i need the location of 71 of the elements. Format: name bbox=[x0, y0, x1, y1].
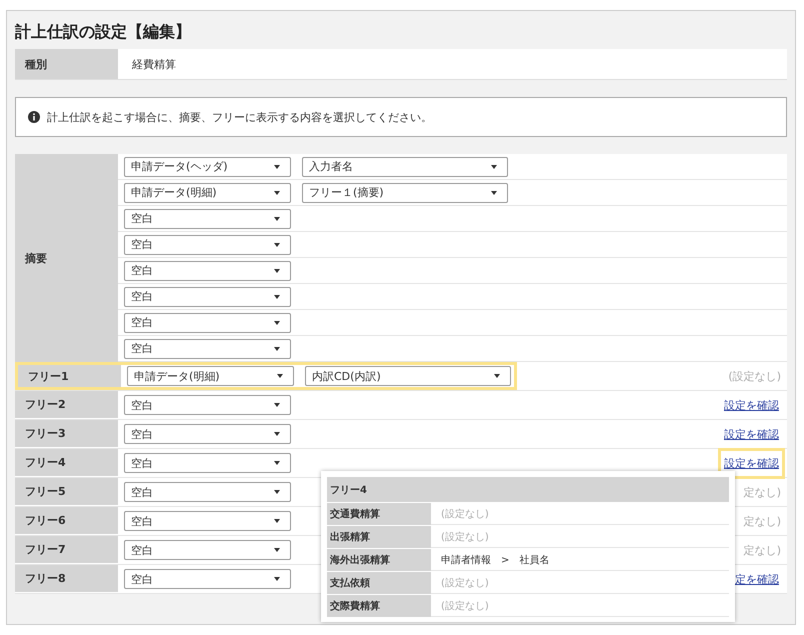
row-label: フリー3 bbox=[15, 420, 118, 448]
caret-icon bbox=[274, 164, 280, 168]
caret-icon bbox=[274, 216, 280, 220]
caret-icon bbox=[277, 374, 283, 378]
popup-value: 申請者情報 > 社員名 bbox=[441, 554, 550, 566]
caret-icon bbox=[274, 519, 280, 523]
dropdown[interactable]: 内訳CD(内訳) bbox=[305, 366, 511, 386]
caret-icon bbox=[491, 190, 497, 194]
dropdown[interactable]: 申請データ(ヘッダ) bbox=[124, 156, 291, 176]
row-label: フリー5 bbox=[15, 478, 118, 506]
caret-icon bbox=[274, 268, 280, 272]
dropdown[interactable]: 空白 bbox=[124, 540, 291, 560]
caret-icon bbox=[274, 294, 280, 298]
caret-icon bbox=[491, 164, 497, 168]
row-label: 種別 bbox=[15, 49, 118, 79]
caret-icon bbox=[274, 346, 280, 350]
dropdown[interactable]: 空白 bbox=[124, 260, 291, 280]
popup-label: 出張精算 bbox=[327, 526, 431, 548]
dropdown[interactable]: 空白 bbox=[124, 286, 291, 306]
dropdown[interactable]: フリー１(摘要) bbox=[302, 182, 508, 202]
row-value: 経費精算 bbox=[118, 49, 787, 79]
caret-icon bbox=[274, 577, 280, 581]
dropdown[interactable]: 空白 bbox=[124, 482, 291, 502]
dropdown[interactable]: 空白 bbox=[124, 234, 291, 254]
confirm-link[interactable]: 設定を確認 bbox=[722, 394, 781, 416]
caret-icon bbox=[274, 242, 280, 246]
confirm-link[interactable]: 設定を確認 bbox=[722, 452, 781, 474]
dropdown[interactable]: 空白 bbox=[124, 208, 291, 228]
confirm-link[interactable]: 設定を確認 bbox=[722, 424, 781, 444]
dropdown[interactable]: 空白 bbox=[124, 511, 291, 531]
caret-icon bbox=[494, 374, 500, 378]
popup-label: 支払依頼 bbox=[327, 572, 431, 594]
popup-label: 海外出張精算 bbox=[327, 549, 431, 571]
popup-label: 交際費精算 bbox=[327, 595, 431, 617]
status-text: (設定なし) bbox=[728, 368, 781, 384]
dropdown[interactable]: 申請データ(明細) bbox=[124, 182, 291, 202]
caret-icon bbox=[274, 548, 280, 552]
status-text: 定なし) bbox=[744, 484, 781, 500]
dropdown[interactable]: 空白 bbox=[124, 395, 291, 415]
caret-icon bbox=[274, 432, 280, 436]
popup-value: (設定なし) bbox=[441, 508, 489, 520]
popup-value: (設定なし) bbox=[441, 530, 489, 544]
page-title: 計上仕訳の設定【編集】 bbox=[15, 21, 192, 43]
dropdown[interactable]: 空白 bbox=[124, 312, 291, 332]
row-label: 摘要 bbox=[15, 154, 118, 362]
popup-value: (設定なし) bbox=[441, 600, 489, 612]
dropdown[interactable]: 入力者名 bbox=[302, 156, 508, 176]
row-label: フリー2 bbox=[15, 391, 118, 419]
caret-icon bbox=[274, 403, 280, 407]
dropdown[interactable]: 空白 bbox=[124, 453, 291, 473]
caret-icon bbox=[274, 190, 280, 194]
confirm-link[interactable]: 定を確認 bbox=[733, 568, 781, 590]
info-icon bbox=[28, 111, 40, 123]
dropdown[interactable]: 申請データ(明細) bbox=[127, 366, 294, 386]
info-text: 計上仕訳を起こす場合に、摘要、フリーに表示する内容を選択してください。 bbox=[47, 110, 432, 124]
row-label: フリー6 bbox=[15, 507, 118, 535]
row-label: フリー4 bbox=[15, 449, 118, 477]
popup-title: フリー4 bbox=[327, 477, 729, 502]
row-label: フリー8 bbox=[15, 565, 118, 593]
popup-value: (設定なし) bbox=[441, 576, 489, 590]
caret-icon bbox=[274, 320, 280, 324]
row-label: フリー7 bbox=[15, 536, 118, 564]
status-text: 定なし) bbox=[744, 542, 781, 558]
caret-icon bbox=[274, 490, 280, 494]
status-text: 定なし) bbox=[744, 514, 781, 528]
dropdown[interactable]: 空白 bbox=[124, 569, 291, 589]
popup-label: 交通費精算 bbox=[327, 503, 431, 525]
caret-icon bbox=[274, 461, 280, 465]
dropdown[interactable]: 空白 bbox=[124, 338, 291, 358]
dropdown[interactable]: 空白 bbox=[124, 424, 291, 444]
row-label: フリー1 bbox=[18, 365, 121, 387]
